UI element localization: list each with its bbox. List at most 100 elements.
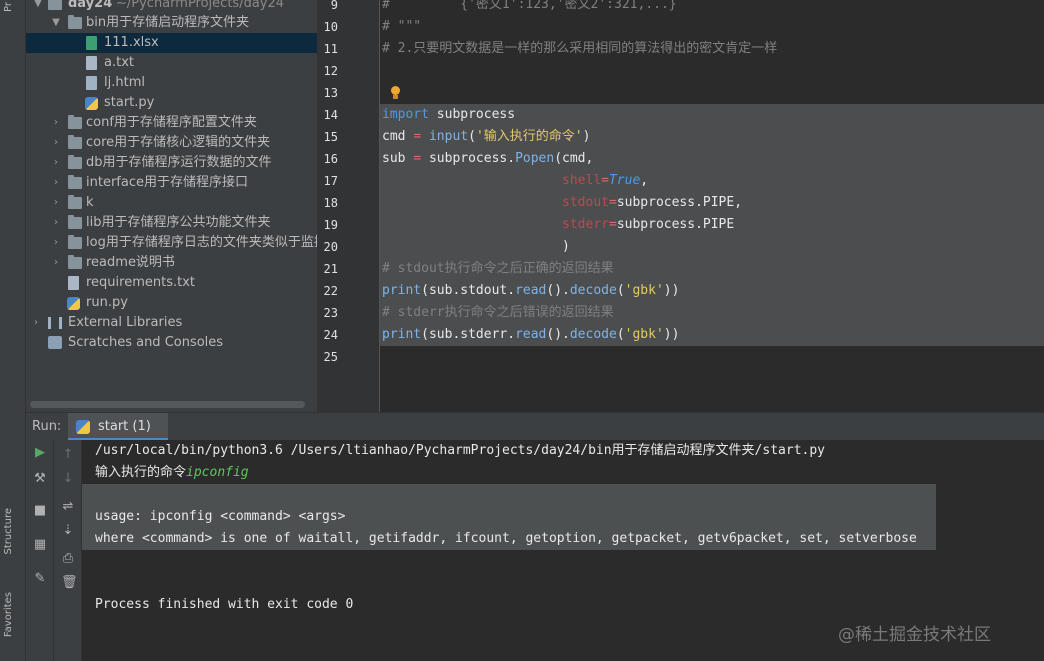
code-line-14: import subprocess	[382, 104, 515, 126]
code-token: (sub.stdout.	[421, 283, 516, 298]
stop-icon[interactable]: ■	[33, 504, 47, 518]
chevron-right-icon[interactable]: ›	[50, 113, 62, 133]
arrow-up-icon[interactable]: ↑	[61, 448, 75, 462]
code-line-10: # """	[382, 19, 422, 34]
code-token: 'gbk'	[624, 283, 664, 298]
code-token: stderr	[562, 217, 609, 232]
chevron-right-icon[interactable]: ›	[50, 133, 62, 153]
tree-item-a-txt[interactable]: a.txt	[26, 53, 317, 73]
tree-item-core[interactable]: › core用于存储核心逻辑的文件夹	[26, 133, 317, 153]
structure-tool-tab[interactable]: Structure	[3, 508, 23, 555]
code-token: decode	[569, 283, 617, 298]
code-editor[interactable]: # {'密文1':123,'密文2':321,...} # """ # 2.只要…	[380, 0, 1044, 412]
tree-item-lib[interactable]: › lib用于存储程序公共功能文件夹	[26, 213, 317, 233]
line-number-gutter: 9 10 11 12 13 14 15 16 17 18 19 20 21 22…	[318, 0, 380, 412]
tree-item-label: requirements.txt	[86, 275, 196, 290]
tree-item-requirements[interactable]: requirements.txt	[26, 273, 317, 293]
tree-item-log[interactable]: › log用于存储程序日志的文件夹类似于监控	[26, 233, 317, 253]
line-number: 10	[323, 20, 338, 34]
tree-item-external-libraries[interactable]: › External Libraries	[26, 313, 317, 333]
line-number: 22	[323, 284, 338, 298]
project-tool-tab[interactable]: Pr	[3, 2, 23, 12]
arrow-down-icon[interactable]: ↓	[61, 472, 75, 486]
line-number: 25	[323, 350, 338, 364]
run-tab-start[interactable]: start (1)	[68, 413, 168, 441]
code-token: ))	[663, 283, 680, 298]
trash-icon[interactable]: 🗑	[61, 576, 78, 590]
code-token: (sub.stderr.	[421, 327, 516, 342]
layout-icon[interactable]: ▦	[33, 538, 47, 552]
console-prompt-line: 输入执行的命令ipconfig	[95, 462, 249, 484]
code-token: =	[608, 195, 617, 210]
rerun-icon[interactable]: ▶	[33, 446, 47, 460]
code-token: =	[413, 129, 422, 144]
wrench-icon[interactable]: ⚒	[33, 472, 47, 486]
code-token: '输入执行的命令'	[475, 129, 583, 144]
tree-root[interactable]: ▼ day24 ~/PycharmProjects/day24	[26, 0, 317, 14]
chevron-right-icon[interactable]: ›	[50, 233, 62, 253]
console-exit-line: Process finished with exit code 0	[95, 597, 354, 612]
tree-item-label: conf用于存储程序配置文件夹	[86, 115, 257, 130]
tree-item-lj-html[interactable]: lj.html	[26, 73, 317, 93]
code-token: (	[616, 283, 625, 298]
favorites-tool-tab[interactable]: Favorites	[3, 592, 23, 637]
code-token: (cmd,	[554, 151, 594, 166]
tree-item-label: bin用于存储启动程序文件夹	[86, 15, 250, 30]
line-number: 14	[323, 108, 338, 122]
line-number: 18	[323, 196, 338, 210]
chevron-down-icon[interactable]: ▼	[50, 13, 62, 33]
horizontal-scrollbar[interactable]	[30, 401, 305, 408]
tree-item-db[interactable]: › db用于存储程序运行数据的文件	[26, 153, 317, 173]
code-token: subprocess.PIPE	[616, 217, 735, 232]
chevron-right-icon[interactable]: ›	[50, 213, 62, 233]
code-token: ().	[546, 327, 570, 342]
chevron-right-icon[interactable]: ›	[50, 193, 62, 213]
run-tab-label: start (1)	[98, 419, 151, 434]
code-token: ,	[640, 173, 649, 188]
tree-item-label: core用于存储核心逻辑的文件夹	[86, 135, 271, 150]
watermark: @稀土掘金技术社区	[838, 625, 991, 645]
code-token: cmd	[382, 129, 414, 144]
chevron-right-icon[interactable]: ›	[50, 173, 62, 193]
tree-item-label: interface用于存储程序接口	[86, 175, 248, 190]
tool-window-strip: Pr Structure Favorites	[0, 0, 26, 661]
chevron-right-icon[interactable]: ›	[50, 153, 62, 173]
tree-item-interface[interactable]: › interface用于存储程序接口	[26, 173, 317, 193]
python-file-icon	[67, 297, 80, 310]
code-token: read	[515, 283, 547, 298]
chevron-right-icon[interactable]: ›	[50, 253, 62, 273]
code-token: read	[515, 327, 547, 342]
tree-item-k[interactable]: › k	[26, 193, 317, 213]
code-token: =	[601, 173, 609, 188]
folder-icon	[68, 15, 82, 29]
lightbulb-intention-icon[interactable]	[390, 86, 401, 100]
tree-item-111-xlsx[interactable]: 111.xlsx	[26, 33, 317, 53]
code-line-11: # 2.只要明文数据是一样的那么采用相同的算法得出的密文肯定一样	[382, 41, 778, 56]
code-token: =	[608, 217, 617, 232]
tree-item-bin[interactable]: ▼ bin用于存储启动程序文件夹	[26, 13, 317, 33]
folder-icon	[68, 115, 82, 129]
scroll-to-end-icon[interactable]: ⇣	[61, 524, 75, 538]
folder-icon	[48, 0, 62, 10]
tree-item-start-py[interactable]: start.py	[26, 93, 317, 113]
chevron-right-icon[interactable]: ›	[30, 313, 42, 333]
tree-item-scratches[interactable]: Scratches and Consoles	[26, 333, 317, 353]
tree-item-run-py[interactable]: run.py	[26, 293, 317, 313]
folder-icon	[68, 195, 82, 209]
code-line-15: cmd = input('输入执行的命令')	[382, 126, 590, 148]
print-icon[interactable]: ⎙	[61, 552, 75, 566]
tree-item-conf[interactable]: › conf用于存储程序配置文件夹	[26, 113, 317, 133]
code-token: stdout	[562, 195, 609, 210]
code-token: import	[382, 107, 429, 122]
tree-item-readme[interactable]: › readme说明书	[26, 253, 317, 273]
tree-item-label: Scratches and Consoles	[68, 335, 224, 350]
pin-icon[interactable]: ✎	[33, 572, 47, 586]
tree-item-label: External Libraries	[68, 315, 183, 330]
run-toolbar-primary: ▶ ⚒ ■ ▦ ✎	[26, 440, 54, 661]
console-prompt: 输入执行的命令	[95, 465, 187, 480]
chevron-down-icon[interactable]: ▼	[32, 0, 44, 14]
text-file-icon	[68, 276, 79, 290]
code-line-23: # stderr执行命令之后错误的返回结果	[382, 305, 614, 320]
soft-wrap-icon[interactable]: ⇌	[61, 500, 75, 514]
